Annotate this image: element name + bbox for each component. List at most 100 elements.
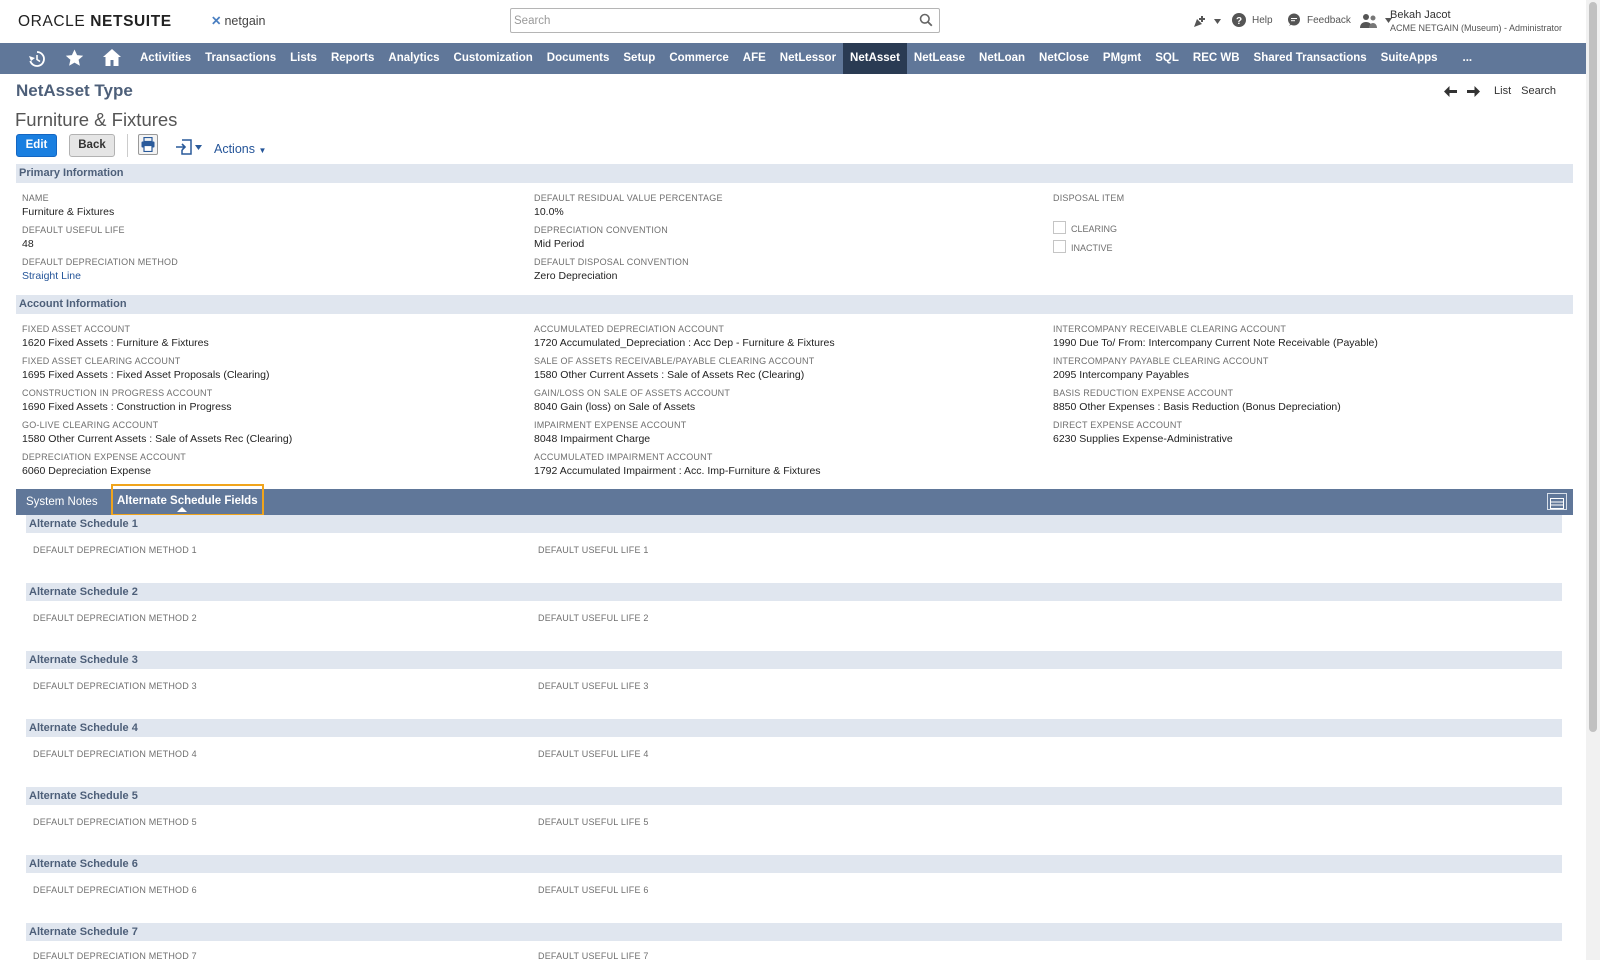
nav-item-customization[interactable]: Customization [447, 43, 540, 74]
previous-record-arrow-icon[interactable] [1444, 85, 1458, 97]
top-header: ORACLE NETSUITE ✕netgain ? Help Feedback… [0, 0, 1586, 43]
disposal-item-field: DISPOSAL ITEM [1053, 193, 1124, 203]
field-value: 8850 Other Expenses : Basis Reduction (B… [1053, 401, 1341, 413]
nav-item-analytics[interactable]: Analytics [381, 43, 446, 74]
alternate-schedule-2-header[interactable]: Alternate Schedule 2 [26, 583, 1562, 601]
feedback-label: Feedback [1307, 14, 1351, 26]
accumulated-impairment-account-field: ACCUMULATED IMPAIRMENT ACCOUNT 1792 Accu… [534, 452, 821, 477]
impairment-expense-account-field: IMPAIRMENT EXPENSE ACCOUNT 8048 Impairme… [534, 420, 686, 445]
nav-item-pmgmt[interactable]: PMgmt [1096, 43, 1148, 74]
field-label: FIXED ASSET ACCOUNT [22, 324, 131, 334]
nav-item-transactions[interactable]: Transactions [198, 43, 283, 74]
nav-item-commerce[interactable]: Commerce [662, 43, 735, 74]
schedule-method-label: DEFAULT DEPRECIATION METHOD 1 [33, 545, 197, 555]
name-label: NAME [22, 193, 49, 203]
alternate-schedule-4-header[interactable]: Alternate Schedule 4 [26, 719, 1562, 737]
record-type-title: NetAsset Type [16, 81, 133, 100]
nav-item-shared-transactions[interactable]: Shared Transactions [1247, 43, 1374, 74]
actions-menu[interactable]: Actions ▼ [214, 142, 266, 156]
schedule-life-label: DEFAULT USEFUL LIFE 5 [538, 817, 649, 827]
field-value: 1720 Accumulated_Depreciation : Acc Dep … [534, 337, 835, 349]
global-search[interactable] [510, 8, 940, 33]
help-button[interactable]: ? Help [1232, 13, 1273, 27]
alternate-schedule-3-header[interactable]: Alternate Schedule 3 [26, 651, 1562, 669]
create-new-menu[interactable] [1192, 14, 1221, 28]
clearing-checkbox[interactable]: CLEARING [1053, 220, 1117, 234]
company-logo: ✕ netgain [211, 13, 266, 28]
edit-button[interactable]: Edit [16, 134, 57, 157]
search-link[interactable]: Search [1521, 85, 1556, 97]
main-navigation: Activities Transactions Lists Reports An… [0, 43, 1586, 74]
help-icon: ? [1232, 13, 1246, 27]
field-label: CONSTRUCTION IN PROGRESS ACCOUNT [22, 388, 213, 398]
list-link[interactable]: List [1494, 85, 1511, 97]
search-icon[interactable] [919, 13, 933, 27]
nav-item-activities[interactable]: Activities [133, 43, 198, 74]
actions-label: Actions [214, 142, 255, 156]
gain-loss-account-field: GAIN/LOSS ON SALE OF ASSETS ACCOUNT 8040… [534, 388, 730, 413]
next-record-arrow-icon[interactable] [1467, 85, 1481, 97]
back-button[interactable]: Back [69, 134, 115, 157]
alternate-schedule-6-header[interactable]: Alternate Schedule 6 [26, 855, 1562, 873]
nav-item-lists[interactable]: Lists [283, 43, 324, 74]
direct-expense-account-field: DIRECT EXPENSE ACCOUNT 6230 Supplies Exp… [1053, 420, 1233, 445]
export-icon [176, 139, 192, 155]
record-name-title: Furniture & Fixtures [15, 109, 178, 130]
field-label: FIXED ASSET CLEARING ACCOUNT [22, 356, 181, 366]
user-roles-icon [1360, 14, 1377, 28]
nav-item-documents[interactable]: Documents [540, 43, 617, 74]
user-role: ACME NETGAIN (Museum) - Administrator [1390, 23, 1563, 33]
depreciation-method-link[interactable]: Straight Line [22, 270, 178, 282]
feedback-button[interactable]: Feedback [1287, 13, 1351, 27]
nav-item-netloan[interactable]: NetLoan [972, 43, 1032, 74]
nav-item-rec-wb[interactable]: REC WB [1186, 43, 1247, 74]
nav-item-afe[interactable]: AFE [736, 43, 773, 74]
brand-suffix: NETSUITE [90, 13, 172, 30]
inactive-checkbox[interactable]: INACTIVE [1053, 239, 1113, 253]
scrollbar-thumb[interactable] [1589, 2, 1597, 732]
nav-more-button[interactable]: ... [1445, 43, 1491, 74]
tab-view-toggle[interactable] [1547, 493, 1567, 510]
alternate-schedule-1-header[interactable]: Alternate Schedule 1 [26, 515, 1562, 533]
schedule-method-label: DEFAULT DEPRECIATION METHOD 6 [33, 885, 197, 895]
tab-label: Alternate Schedule Fields [117, 495, 258, 507]
page-scrollbar[interactable] [1586, 0, 1600, 960]
field-label: SALE OF ASSETS RECEIVABLE/PAYABLE CLEARI… [534, 356, 815, 366]
user-info[interactable]: Bekah Jacot ACME NETGAIN (Museum) - Admi… [1390, 9, 1562, 33]
roles-menu[interactable] [1360, 13, 1392, 28]
download-menu-button[interactable] [176, 139, 202, 155]
account-information-header[interactable]: Account Information [16, 295, 1573, 314]
clearing-checkbox-box[interactable] [1053, 220, 1066, 234]
field-value: 2095 Intercompany Payables [1053, 369, 1190, 381]
nav-item-reports[interactable]: Reports [324, 43, 381, 74]
useful-life-value: 48 [22, 238, 34, 250]
nav-item-netlessor[interactable]: NetLessor [773, 43, 843, 74]
nav-item-setup[interactable]: Setup [616, 43, 662, 74]
tab-alternate-schedule-fields[interactable]: Alternate Schedule Fields [111, 484, 264, 516]
nav-item-suiteapps[interactable]: SuiteApps [1374, 43, 1445, 74]
inactive-checkbox-box[interactable] [1053, 239, 1066, 253]
depreciation-convention-label: DEPRECIATION CONVENTION [534, 225, 668, 235]
home-icon[interactable] [102, 48, 122, 67]
field-value: 1695 Fixed Assets : Fixed Asset Proposal… [22, 369, 270, 381]
primary-information-header[interactable]: Primary Information [16, 164, 1573, 183]
search-input[interactable] [514, 12, 904, 29]
field-value: 8040 Gain (loss) on Sale of Assets [534, 401, 696, 413]
schedule-life-label: DEFAULT USEFUL LIFE 1 [538, 545, 649, 555]
field-label: INTERCOMPANY PAYABLE CLEARING ACCOUNT [1053, 356, 1269, 366]
schedule-life-label: DEFAULT USEFUL LIFE 3 [538, 681, 649, 691]
oracle-netsuite-logo[interactable]: ORACLE NETSUITE [18, 13, 172, 31]
go-live-clearing-account-field: GO-LIVE CLEARING ACCOUNT 1580 Other Curr… [22, 420, 292, 445]
tab-system-notes[interactable]: System Notes [26, 489, 98, 515]
alternate-schedule-7-header[interactable]: Alternate Schedule 7 [26, 923, 1562, 941]
nav-item-netlease[interactable]: NetLease [907, 43, 972, 74]
star-icon[interactable] [65, 49, 84, 67]
nav-item-netclose[interactable]: NetClose [1032, 43, 1096, 74]
clearing-label: CLEARING [1071, 224, 1118, 234]
field-value: 6060 Depreciation Expense [22, 465, 152, 477]
nav-item-netasset[interactable]: NetAsset [843, 43, 907, 74]
nav-item-sql[interactable]: SQL [1148, 43, 1186, 74]
print-button[interactable] [138, 134, 158, 155]
alternate-schedule-5-header[interactable]: Alternate Schedule 5 [26, 787, 1562, 805]
recent-records-icon[interactable] [28, 50, 46, 68]
